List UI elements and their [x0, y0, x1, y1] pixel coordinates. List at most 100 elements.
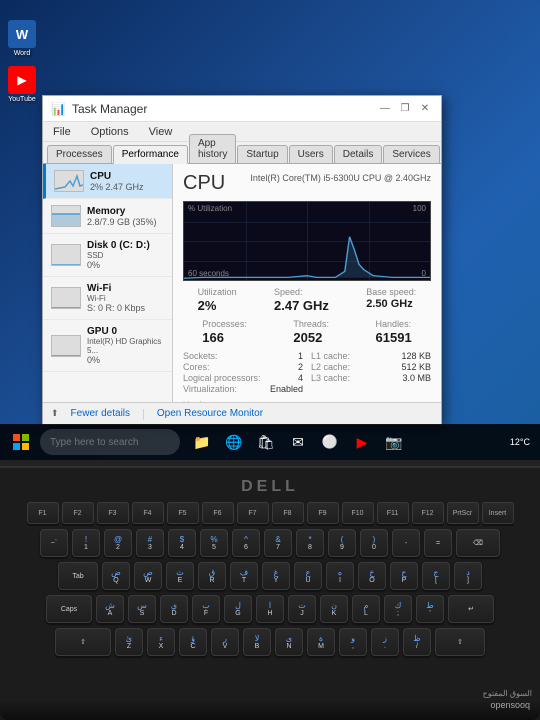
key-f2[interactable]: F2 [62, 502, 94, 524]
key-n[interactable]: ىN [275, 628, 303, 656]
key-shift-l[interactable]: ⇧ [55, 628, 111, 656]
key-backtick[interactable]: ~` [40, 529, 68, 557]
tab-services[interactable]: Services [383, 145, 439, 163]
key-bracket-r[interactable]: د] [454, 562, 482, 590]
key-0[interactable]: )0 [360, 529, 388, 557]
menu-view[interactable]: View [145, 124, 177, 140]
key-f3[interactable]: F3 [97, 502, 129, 524]
key-f9[interactable]: F9 [307, 502, 339, 524]
key-x[interactable]: ءX [147, 628, 175, 656]
key-caps[interactable]: Caps [46, 595, 92, 623]
desktop-icon-word[interactable]: W Word [4, 20, 40, 58]
menu-options[interactable]: Options [87, 124, 133, 140]
key-f10[interactable]: F10 [342, 502, 374, 524]
open-resource-monitor-link[interactable]: Open Resource Monitor [157, 408, 263, 419]
left-panel-item-gpu[interactable]: GPU 0 Intel(R) HD Graphics 5... 0% [43, 320, 172, 372]
key-m[interactable]: ةM [307, 628, 335, 656]
key-i[interactable]: هI [326, 562, 354, 590]
key-6[interactable]: ^6 [232, 529, 260, 557]
key-7[interactable]: &7 [264, 529, 292, 557]
key-f8[interactable]: F8 [272, 502, 304, 524]
tab-users[interactable]: Users [289, 145, 333, 163]
taskbar-chrome[interactable]: ⚪ [316, 428, 344, 456]
key-e[interactable]: ثE [166, 562, 194, 590]
key-quote[interactable]: ط' [416, 595, 444, 623]
key-8[interactable]: *8 [296, 529, 324, 557]
key-f6[interactable]: F6 [202, 502, 234, 524]
desktop-icon-youtube[interactable]: ▶ YouTube [4, 66, 40, 104]
key-3[interactable]: #3 [136, 529, 164, 557]
key-j[interactable]: تJ [288, 595, 316, 623]
key-equals[interactable]: = [424, 529, 452, 557]
key-4[interactable]: $4 [168, 529, 196, 557]
minimize-button[interactable]: — [377, 101, 393, 117]
key-w[interactable]: صW [134, 562, 162, 590]
tab-details[interactable]: Details [334, 145, 383, 163]
key-prtscr[interactable]: PrtScr [447, 502, 479, 524]
taskbar-file-explorer[interactable]: 📁 [188, 428, 216, 456]
menu-file[interactable]: File [49, 124, 75, 140]
key-f5[interactable]: F5 [167, 502, 199, 524]
tab-processes[interactable]: Processes [47, 145, 112, 163]
key-2[interactable]: @2 [104, 529, 132, 557]
key-h[interactable]: اH [256, 595, 284, 623]
l2-row: L2 cache: 512 KB [311, 362, 431, 372]
key-b[interactable]: لاB [243, 628, 271, 656]
key-9[interactable]: (9 [328, 529, 356, 557]
key-s[interactable]: سS [128, 595, 156, 623]
taskbar-store[interactable]: 🛍 [252, 428, 280, 456]
key-c[interactable]: ؤC [179, 628, 207, 656]
speed-label: Speed: [274, 287, 329, 297]
key-f12[interactable]: F12 [412, 502, 444, 524]
key-o[interactable]: خO [358, 562, 386, 590]
key-q[interactable]: ضQ [102, 562, 130, 590]
close-button[interactable]: ✕ [417, 101, 433, 117]
tab-performance[interactable]: Performance [113, 145, 188, 164]
key-k[interactable]: نK [320, 595, 348, 623]
key-t[interactable]: فT [230, 562, 258, 590]
key-tab[interactable]: Tab [58, 562, 98, 590]
key-period[interactable]: ز. [371, 628, 399, 656]
key-r[interactable]: قR [198, 562, 226, 590]
taskbar-mail[interactable]: ✉ [284, 428, 312, 456]
key-v[interactable]: رV [211, 628, 239, 656]
search-input[interactable] [40, 429, 180, 455]
key-enter[interactable]: ↵ [448, 595, 494, 623]
key-shift-r[interactable]: ⇧ [435, 628, 485, 656]
key-1[interactable]: !1 [72, 529, 100, 557]
key-bracket-l[interactable]: ج[ [422, 562, 450, 590]
key-u[interactable]: عU [294, 562, 322, 590]
key-l[interactable]: مL [352, 595, 380, 623]
taskbar-extra[interactable]: 📷 [380, 428, 408, 456]
key-f7[interactable]: F7 [237, 502, 269, 524]
key-f4[interactable]: F4 [132, 502, 164, 524]
key-d[interactable]: يD [160, 595, 188, 623]
key-backspace[interactable]: ⌫ [456, 529, 500, 557]
key-f11[interactable]: F11 [377, 502, 409, 524]
key-g[interactable]: لG [224, 595, 252, 623]
key-p[interactable]: حP [390, 562, 418, 590]
key-5[interactable]: %5 [200, 529, 228, 557]
key-slash[interactable]: ظ/ [403, 628, 431, 656]
key-f[interactable]: بF [192, 595, 220, 623]
key-z[interactable]: ئZ [115, 628, 143, 656]
tab-app-history[interactable]: App history [189, 134, 236, 163]
key-semicolon[interactable]: ك; [384, 595, 412, 623]
restore-button[interactable]: ❐ [397, 101, 413, 117]
fewer-details-link[interactable]: Fewer details [71, 408, 130, 419]
left-panel-item-memory[interactable]: Memory 2.8/7.9 GB (35%) [43, 199, 172, 234]
key-comma[interactable]: و, [339, 628, 367, 656]
threads-stat: Threads: 2052 [293, 319, 329, 345]
key-y[interactable]: غY [262, 562, 290, 590]
left-panel-item-wifi[interactable]: Wi-Fi Wi-Fi S: 0 R: 0 Kbps [43, 277, 172, 320]
tab-startup[interactable]: Startup [237, 145, 287, 163]
start-button[interactable] [6, 427, 36, 457]
left-panel-item-cpu[interactable]: CPU 2% 2.47 GHz [43, 164, 172, 199]
taskbar-edge[interactable]: 🌐 [220, 428, 248, 456]
key-insert[interactable]: Insert [482, 502, 514, 524]
taskbar-youtube[interactable]: ▶ [348, 428, 376, 456]
key-minus[interactable]: - [392, 529, 420, 557]
key-f1[interactable]: F1 [27, 502, 59, 524]
left-panel-item-disk[interactable]: Disk 0 (C: D:) SSD 0% [43, 234, 172, 277]
key-a[interactable]: شA [96, 595, 124, 623]
